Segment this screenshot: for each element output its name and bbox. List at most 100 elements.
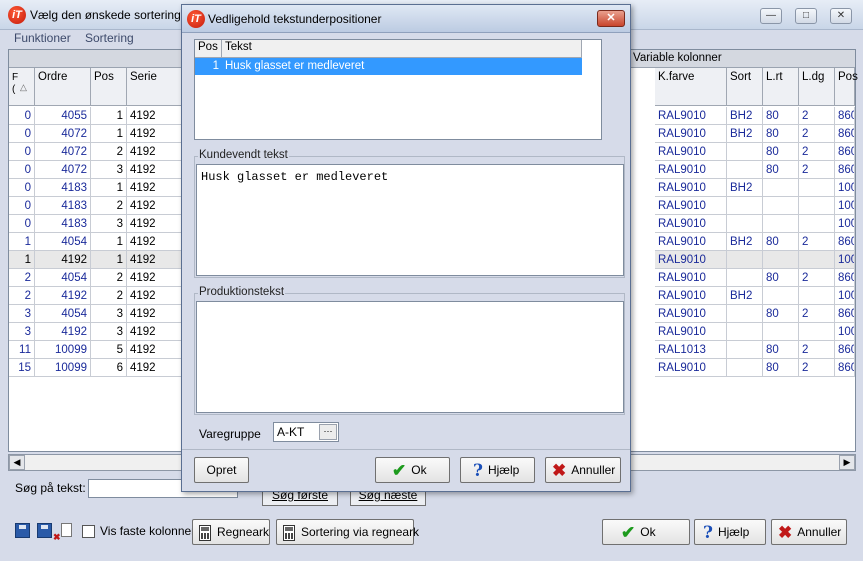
cell-kfarve: RAL1013 [655,341,727,359]
cell-f: 0 [9,215,35,233]
dialog-divider [182,449,630,450]
close-icon[interactable]: ✕ [830,8,852,24]
dialog-help-button[interactable]: ? Hjælp [460,457,535,483]
cell-sort [727,269,763,287]
delete-mark-icon: ✖ [53,532,61,542]
cell-ordre: 4192 [35,287,91,305]
cell-pos2: 100 [835,287,855,305]
cell-lrt: 80 [763,359,799,377]
cell-pos2: 100 [835,251,855,269]
cancel-x-icon: ✖ [552,460,567,480]
cell-pos: 3 [91,305,127,323]
cell-pos2: 100 [835,323,855,341]
maximize-icon[interactable]: □ [795,8,817,24]
help-icon: ? [473,460,483,481]
cell-f: 11 [9,341,35,359]
cell-ldg [799,179,835,197]
cell-f: 2 [9,269,35,287]
cell-lrt: 80 [763,233,799,251]
product-group-select[interactable]: A-KT ⋯ [273,422,339,442]
list-header-text[interactable]: Tekst [222,40,582,58]
product-group-label: Varegruppe [199,427,261,441]
list-item[interactable]: 1 Husk glasset er medleveret [195,58,582,75]
cell-sort [727,305,763,323]
column-header-sort[interactable]: Sort [727,68,763,106]
sort-via-spreadsheet-button[interactable]: Sortering via regneark [276,519,419,545]
cell-serie: 4192 [127,323,183,341]
cell-kfarve: RAL9010 [655,161,727,179]
menu-sortering[interactable]: Sortering [85,31,134,45]
help-button[interactable]: ? Hjælp [694,519,766,545]
save-delete-icon[interactable] [37,523,52,538]
document-icon[interactable] [61,523,72,537]
bottom-toolbar: ✖ Vis faste kolonner Regneark Sortering … [0,515,863,561]
cell-f: 0 [9,161,35,179]
cell-pos2: 860 [835,143,855,161]
cell-sort [727,215,763,233]
search-label: Søg på tekst: [15,481,86,495]
subposition-list[interactable]: Pos Tekst 1 Husk glasset er medleveret [194,39,602,140]
cell-sort: BH2 [727,125,763,143]
cell-ldg [799,323,835,341]
save-icon[interactable] [15,523,30,538]
cell-ordre: 4054 [35,233,91,251]
cell-kfarve: RAL9010 [655,107,727,125]
column-header-lrt[interactable]: L.rt [763,68,799,106]
cancel-button[interactable]: ✖ Annuller [771,519,847,545]
cell-pos: 3 [91,323,127,341]
show-fixed-columns-checkbox[interactable] [82,525,95,538]
spreadsheet-button[interactable]: Regneark [192,519,270,545]
dialog-ok-button[interactable]: ✔ Ok [375,457,450,483]
column-header-ordre[interactable]: Ordre [35,68,91,106]
column-header-ldg[interactable]: L.dg [799,68,835,106]
dialog-close-icon[interactable]: ✕ [597,10,625,27]
cell-f: 2 [9,287,35,305]
column-header-f[interactable]: F ( △ [9,68,35,106]
cell-f: 1 [9,233,35,251]
cell-ordre: 4183 [35,215,91,233]
cell-kfarve: RAL9010 [655,197,727,215]
list-header-pos[interactable]: Pos [195,40,222,58]
cell-pos: 3 [91,161,127,179]
cell-ldg [799,251,835,269]
app-logo-icon: iT [187,10,205,28]
customer-text-field[interactable]: Husk glasset er medleveret [196,164,624,276]
cell-ordre: 4192 [35,251,91,269]
cell-kfarve: RAL9010 [655,125,727,143]
dialog-cancel-button[interactable]: ✖ Annuller [545,457,621,483]
minimize-icon[interactable]: — [760,8,782,24]
column-header-serie[interactable]: Serie [127,68,183,106]
column-header-pos[interactable]: Pos [91,68,127,106]
column-header-pos2[interactable]: Pos [835,68,858,106]
cell-sort: BH2 [727,233,763,251]
help-icon: ? [703,522,713,543]
cell-serie: 4192 [127,197,183,215]
calculator-icon [199,524,211,541]
cell-pos: 2 [91,143,127,161]
ok-button[interactable]: ✔ Ok [602,519,690,545]
create-button[interactable]: Opret [194,457,249,483]
dialog-title: Vedligehold tekstunderpositioner [208,12,382,26]
cell-serie: 4192 [127,305,183,323]
cell-ldg [799,287,835,305]
cell-ordre: 4192 [35,323,91,341]
cell-lrt [763,287,799,305]
maintain-subposition-texts-dialog: iT Vedligehold tekstunderpositioner ✕ Po… [181,4,631,492]
cell-f: 0 [9,143,35,161]
cell-pos2: 100 [835,215,855,233]
cell-serie: 4192 [127,269,183,287]
checkmark-icon: ✔ [621,522,636,542]
cell-ordre: 4055 [35,107,91,125]
production-text-field[interactable] [196,301,624,413]
menu-funktioner[interactable]: Funktioner [14,31,71,45]
column-header-kfarve[interactable]: K.farve [655,68,727,106]
scroll-left-icon[interactable]: ◀ [9,455,25,470]
cell-ldg [799,197,835,215]
cell-f: 3 [9,323,35,341]
cell-pos2: 100 [835,179,855,197]
ellipsis-icon[interactable]: ⋯ [319,424,337,440]
scroll-right-icon[interactable]: ▶ [839,455,855,470]
cell-ordre: 4054 [35,269,91,287]
cell-f: 0 [9,125,35,143]
cell-sort [727,197,763,215]
